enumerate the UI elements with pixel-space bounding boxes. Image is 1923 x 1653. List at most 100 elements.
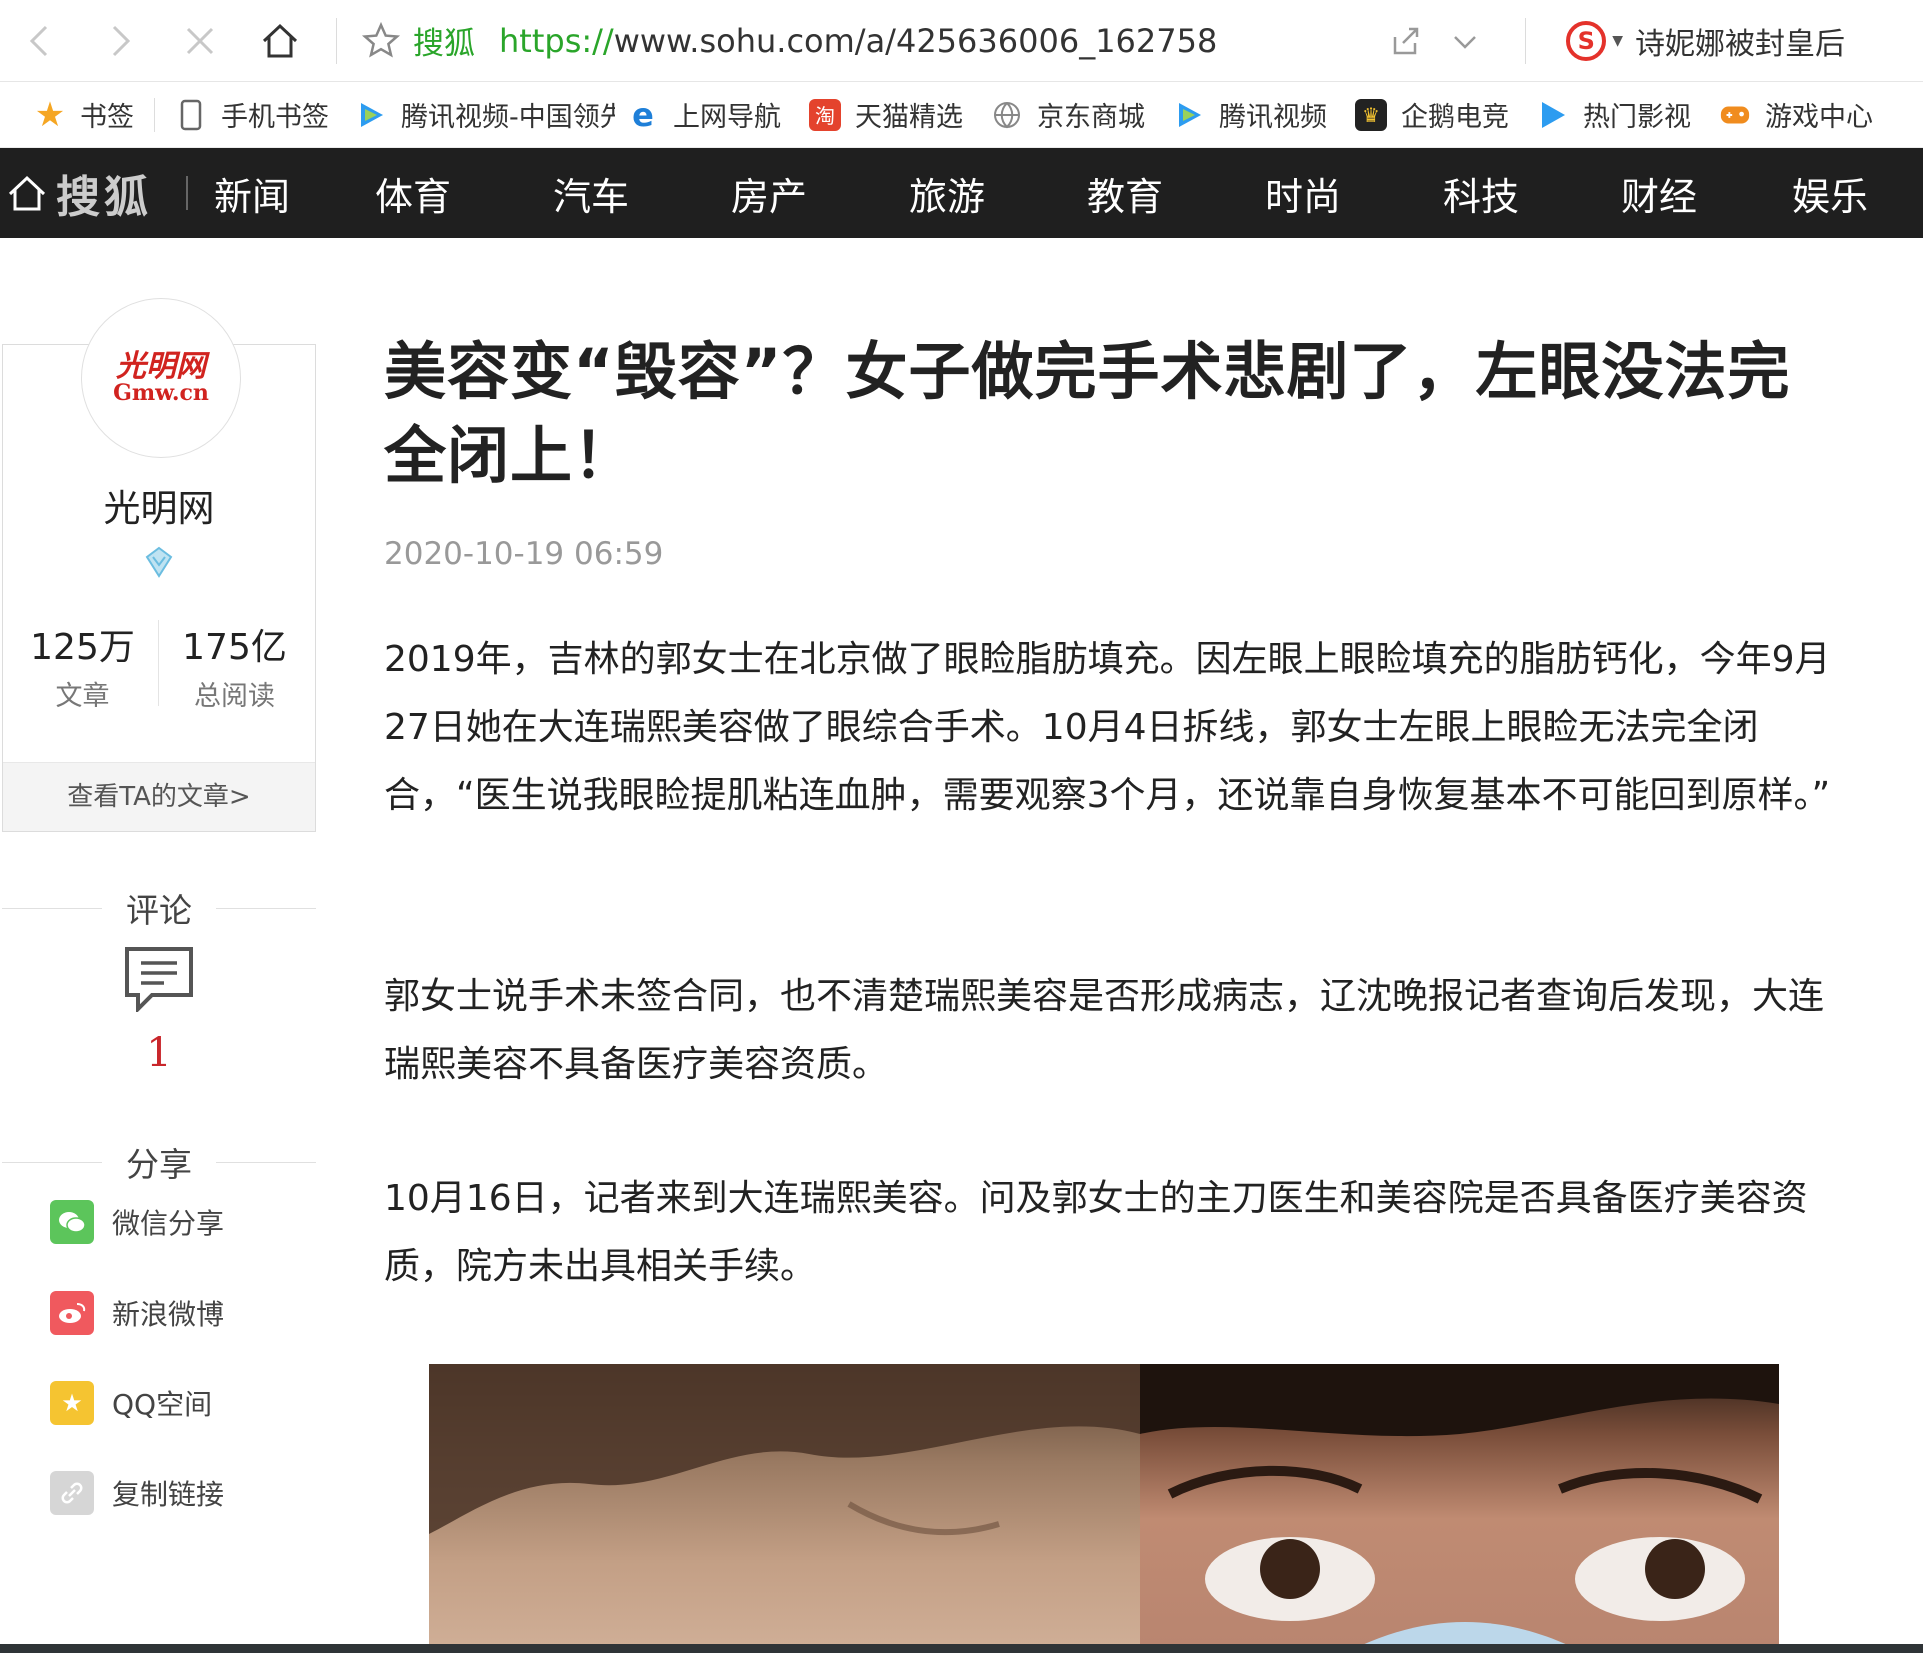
bookmark-item[interactable]: 腾讯视频 <box>1173 95 1327 134</box>
publish-time: 2020-10-19 06:59 <box>384 536 664 572</box>
stop-button[interactable] <box>160 0 240 82</box>
image-right-panel <box>1140 1364 1779 1646</box>
divider <box>154 97 155 132</box>
bookmark-item[interactable]: 京东商城 <box>991 95 1145 134</box>
nav-item-education[interactable]: 教育 <box>1036 166 1214 221</box>
stat-reads-number: 175亿 <box>182 627 287 668</box>
gamepad-icon <box>1719 99 1751 131</box>
link-icon <box>50 1471 94 1515</box>
sohu-nav-bar: 搜狐 新闻 体育 汽车 房产 旅游 教育 时尚 科技 财经 娱乐 <box>0 148 1923 238</box>
bookmark-item[interactable]: e 上网导航 <box>627 95 781 134</box>
bottom-edge <box>0 1644 1923 1653</box>
bookmark-label: 腾讯视频 <box>1219 102 1327 133</box>
share-wechat-button[interactable]: 微信分享 <box>50 1200 224 1244</box>
bookmark-label: 手机书签 <box>221 102 329 133</box>
stat-reads-label: 总阅读 <box>194 681 275 712</box>
avatar-logo-text: 光明网 <box>116 349 206 384</box>
favorite-star-icon[interactable] <box>361 21 401 61</box>
article-title: 美容变“毁容”？女子做完手术悲剧了，左眼没法完全闭上！ <box>384 335 1791 492</box>
qzone-star-icon: ★ <box>50 1381 94 1425</box>
divider <box>336 17 337 64</box>
share-wechat-label: 微信分享 <box>112 1207 225 1240</box>
divider <box>1525 18 1527 64</box>
browser-address-bar: 搜狐 https:// www.sohu.com/a/425636006_162… <box>0 0 1923 82</box>
sogou-search-icon[interactable]: S <box>1566 21 1607 61</box>
star-icon: ★ <box>34 95 66 134</box>
nav-item-travel[interactable]: 旅游 <box>858 166 1036 221</box>
bookmark-item[interactable]: 淘 天猫精选 <box>809 95 963 134</box>
nav-item-house[interactable]: 房产 <box>680 166 858 221</box>
home-button[interactable] <box>240 0 320 82</box>
author-name[interactable]: 光明网 <box>2 478 316 532</box>
share-qzone-button[interactable]: ★ QQ空间 <box>50 1381 212 1425</box>
bookmark-item[interactable]: ♛ 企鹅电竞 <box>1355 95 1509 134</box>
share-weibo-label: 新浪微博 <box>112 1298 225 1331</box>
article-paragraph: 2019年，吉林的郭女士在北京做了眼睑脂肪填充。因左眼上眼睑填充的脂肪钙化，今年… <box>384 639 1831 816</box>
nav-item-tech[interactable]: 科技 <box>1392 166 1570 221</box>
comment-section-title: 评论 <box>2 884 316 932</box>
comment-count[interactable]: 1 <box>2 1030 316 1076</box>
play-icon <box>1537 99 1569 131</box>
nav-item-news[interactable]: 新闻 <box>214 166 324 221</box>
share-weibo-button[interactable]: 新浪微博 <box>50 1291 224 1335</box>
back-button[interactable] <box>0 0 80 82</box>
address-bar-tools: S ▼ 诗妮娜被封皇后 <box>1389 0 1923 82</box>
copy-link-label: 复制链接 <box>112 1478 225 1511</box>
bookmark-label: 游戏中心 <box>1765 102 1873 133</box>
home-icon[interactable] <box>6 172 48 214</box>
tmall-icon: 淘 <box>809 98 841 131</box>
phone-icon <box>175 99 207 131</box>
share-section-title: 分享 <box>2 1138 316 1186</box>
bookmark-label: 上网导航 <box>673 102 781 133</box>
tencent-video-icon <box>1173 99 1205 131</box>
tencent-video-icon <box>355 99 387 131</box>
url-text[interactable]: www.sohu.com/a/425636006_162758 <box>614 22 1218 60</box>
bookmark-label: 腾讯视频-中国领先 <box>401 102 615 133</box>
nav-item-ent[interactable]: 娱乐 <box>1748 166 1868 221</box>
article-paragraph: 郭女士说手术未签合同，也不清楚瑞熙美容是否形成病志，辽沈晚报记者查询后发现，大连… <box>384 976 1825 1085</box>
site-label: 搜狐 <box>413 26 475 62</box>
nav-item-fashion[interactable]: 时尚 <box>1214 166 1392 221</box>
home-icon <box>262 23 298 57</box>
weibo-icon <box>50 1291 94 1335</box>
share-icon[interactable] <box>1389 25 1421 57</box>
share-qzone-label: QQ空间 <box>112 1388 213 1421</box>
nav-item-auto[interactable]: 汽车 <box>502 166 680 221</box>
avatar[interactable]: 光明网 Gmw.cn <box>81 298 241 458</box>
bookmark-item[interactable]: ★ 书签 <box>34 95 134 134</box>
copy-link-button[interactable]: 复制链接 <box>50 1471 224 1515</box>
comment-icon[interactable] <box>124 946 194 1012</box>
article-paragraph: 10月16日，记者来到大连瑞熙美容。问及郭女士的主刀医生和美容院是否具备医疗美容… <box>384 1178 1808 1287</box>
forward-button[interactable] <box>80 0 160 82</box>
bookmark-label: 企鹅电竞 <box>1401 102 1509 133</box>
nav-item-finance[interactable]: 财经 <box>1570 166 1748 221</box>
bookmarks-bar: ★ 书签 手机书签 腾讯视频-中国领先 e 上网导航 淘 天猫精选 京东商城 腾… <box>0 82 1923 148</box>
bookmark-item[interactable]: 热门影视 <box>1537 95 1691 134</box>
bookmark-label: 热门影视 <box>1583 102 1691 133</box>
stat-articles-number: 125万 <box>30 627 135 668</box>
divider <box>186 176 188 210</box>
chevron-down-icon[interactable] <box>1449 25 1481 57</box>
chevron-left-icon <box>29 25 48 56</box>
hair-strands-shape <box>429 1364 1140 1536</box>
bookmark-label: 书签 <box>80 102 134 133</box>
hot-search-text[interactable]: 诗妮娜被封皇后 <box>1635 19 1845 63</box>
image-left-panel <box>429 1364 1140 1646</box>
verified-badge-icon <box>145 546 173 578</box>
stat-articles-label: 文章 <box>55 681 110 712</box>
nav-item-sports[interactable]: 体育 <box>324 166 502 221</box>
globe-icon <box>991 99 1023 131</box>
view-author-articles-link[interactable]: 查看TA的文章> <box>3 762 315 831</box>
ie-icon: e <box>632 95 654 134</box>
sohu-logo[interactable]: 搜狐 <box>56 161 152 225</box>
eyes-shape <box>1140 1364 1779 1646</box>
url-scheme[interactable]: https:// <box>499 22 614 60</box>
avatar-logo: 光明网 Gmw.cn <box>113 349 209 405</box>
bookmark-item[interactable]: 游戏中心 <box>1719 95 1873 134</box>
close-icon <box>186 27 214 54</box>
bookmark-item[interactable]: 腾讯视频-中国领先 <box>355 95 615 134</box>
bookmark-item[interactable]: 手机书签 <box>175 95 329 134</box>
dropdown-triangle-icon[interactable]: ▼ <box>1612 33 1623 49</box>
wechat-icon <box>50 1200 94 1244</box>
bookmark-label: 天猫精选 <box>855 102 963 133</box>
